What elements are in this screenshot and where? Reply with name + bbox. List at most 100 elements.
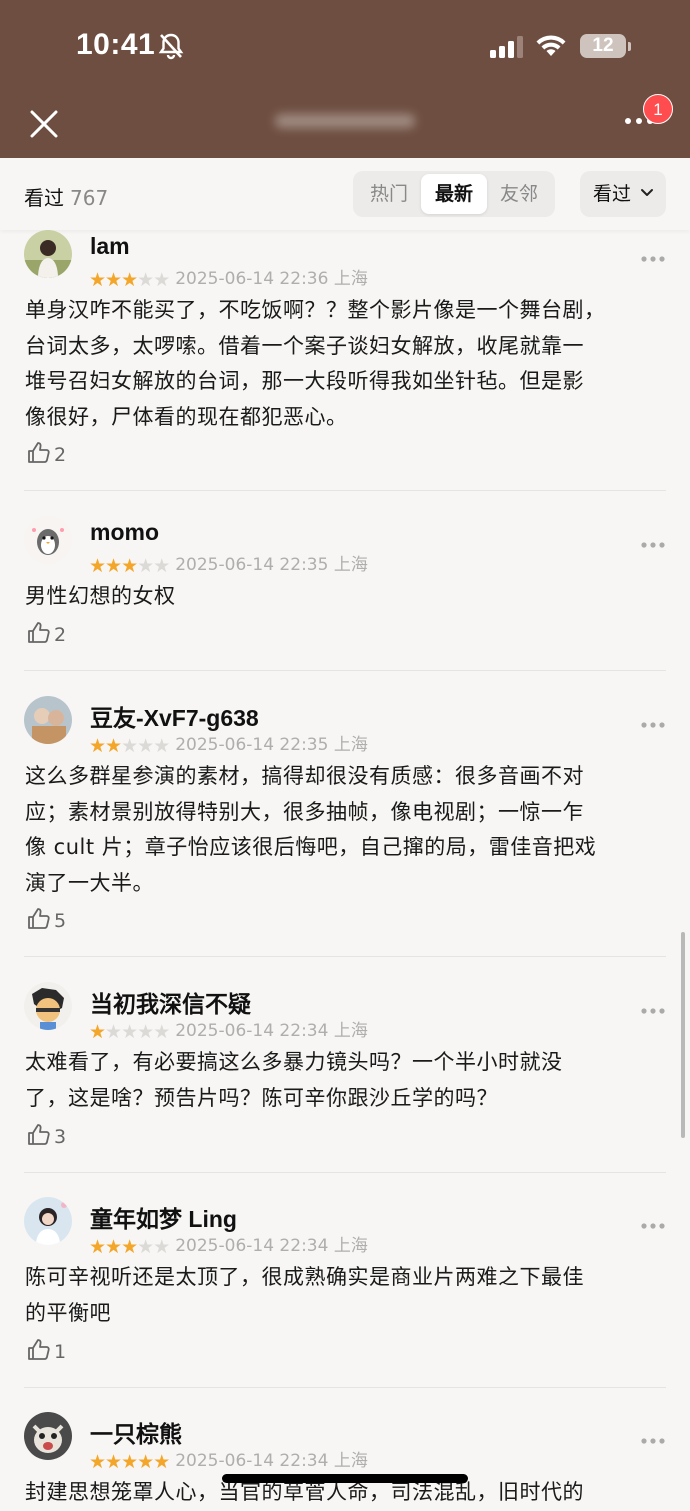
like-count: 2 [54, 444, 67, 466]
comment-text: 男性幻想的女权 [25, 579, 665, 615]
avatar[interactable] [24, 230, 72, 278]
username[interactable]: momo [90, 519, 159, 546]
username[interactable]: 当初我深信不疑 [90, 985, 251, 1019]
tab-hot[interactable]: 热门 [356, 174, 422, 214]
like-count: 5 [54, 910, 67, 932]
thumbs-up-icon [28, 1124, 50, 1145]
seen-count: 看过 767 [24, 182, 108, 211]
sort-segmented-control: 热门 最新 友邻 [353, 171, 555, 217]
comment-location: 上海 [333, 1236, 368, 1256]
thumbs-up-icon [28, 442, 50, 463]
divider [24, 670, 666, 671]
status-time: 10:41 [76, 28, 156, 61]
comment-menu-button[interactable] [640, 714, 666, 733]
comment-line: 这么多群星参演的素材，搞得却很没有质感：很多音画不对 [25, 764, 584, 788]
username[interactable]: 豆友-XvF7-g638 [90, 699, 259, 733]
username[interactable]: 一只棕熊 [90, 1415, 182, 1449]
status-dropdown-label: 看过 [593, 183, 632, 205]
divider [24, 1172, 666, 1173]
comment-date: 2025-06-14 22:36 [175, 269, 329, 289]
comment-meta: ★★★★★ 2025-06-14 22:35 上海 [89, 730, 368, 757]
battery-indicator: 12 [580, 34, 626, 58]
tab-friends[interactable]: 友邻 [486, 174, 552, 214]
like-button[interactable]: 2 [27, 441, 66, 466]
avatar[interactable] [24, 1197, 72, 1245]
star-rating: ★★★★★ [89, 1021, 170, 1043]
comment-date: 2025-06-14 22:35 [175, 735, 329, 755]
notification-badge: 1 [643, 94, 673, 124]
comment-date: 2025-06-14 22:34 [175, 1451, 329, 1471]
comment-location: 上海 [333, 269, 368, 289]
comment-line: 了，这是啥？预告片吗？陈可辛你跟沙丘学的吗？ [25, 1085, 498, 1110]
comment-meta: ★★★★★ 2025-06-14 22:36 上海 [89, 264, 368, 291]
status-dropdown[interactable]: 看过 [580, 171, 666, 217]
scrollbar[interactable] [681, 932, 685, 1138]
more-icon [641, 1438, 665, 1444]
seen-label: 看过 [24, 186, 64, 210]
more-icon [641, 1008, 665, 1014]
comment-line: 台词太多，太啰嗦。借着一个案子谈妇女解放，收尾就靠一 [25, 333, 584, 358]
comment-date: 2025-06-14 22:34 [175, 1021, 329, 1041]
username[interactable]: 童年如梦 Ling [90, 1200, 237, 1234]
star-rating: ★★★★★ [89, 1236, 170, 1258]
bell-muted-icon [158, 32, 184, 64]
star-rating: ★★★★★ [89, 1451, 170, 1473]
comment-line: 应；素材景别放得特别大，很多抽帧，像电视剧；一惊一乍 [25, 799, 584, 824]
comment-line: 堆号召妇女解放的台词，那一大段听得我如坐针毡。但是影 [25, 369, 584, 393]
comment-line: 男性幻想的女权 [25, 584, 176, 608]
close-button[interactable] [26, 106, 62, 142]
chevron-down-icon [641, 189, 653, 196]
star-rating: ★★★★★ [89, 269, 170, 291]
star-rating: ★★★★★ [89, 555, 170, 577]
wifi-icon [535, 34, 567, 62]
comment-menu-button[interactable] [640, 1430, 666, 1449]
comment-menu-button[interactable] [640, 534, 666, 553]
comment-location: 上海 [333, 555, 368, 575]
comment-location: 上海 [333, 1451, 368, 1471]
comment-line: 单身汉咋不能买了，不吃饭啊？？整个影片像是一个舞台剧， [25, 298, 606, 322]
comment-text: 这么多群星参演的素材，搞得却很没有质感：很多音画不对 应；素材景别放得特别大，很… [25, 759, 665, 901]
top-nav-bar: 1 [0, 90, 690, 158]
username[interactable]: lam [90, 233, 130, 260]
comment-text: 单身汉咋不能买了，不吃饭啊？？整个影片像是一个舞台剧， 台词太多，太啰嗦。借着一… [25, 293, 665, 435]
comment-location: 上海 [333, 735, 368, 755]
tab-latest[interactable]: 最新 [421, 174, 487, 214]
like-count: 1 [54, 1341, 67, 1363]
comment-text: 陈可辛视听还是太顶了，很成熟确实是商业片两难之下最佳 的平衡吧 [25, 1260, 665, 1331]
comment-line: 像 cult 片；章子怡应该很后悔吧，自己撺的局，雷佳音把戏 [25, 835, 597, 859]
avatar[interactable] [24, 696, 72, 744]
star-rating: ★★★★★ [89, 735, 170, 757]
comment-date: 2025-06-14 22:34 [175, 1236, 329, 1256]
more-icon [641, 722, 665, 728]
comment-line: 太难看了，有必要搞这么多暴力镜头吗？一个半小时就没 [25, 1050, 563, 1074]
comment-date: 2025-06-14 22:35 [175, 555, 329, 575]
divider [24, 490, 666, 491]
comment-meta: ★★★★★ 2025-06-14 22:35 上海 [89, 550, 368, 577]
divider [24, 956, 666, 957]
comment-text: 太难看了，有必要搞这么多暴力镜头吗？一个半小时就没 了，这是啥？预告片吗？陈可辛… [25, 1045, 665, 1116]
divider [24, 1387, 666, 1388]
avatar[interactable] [24, 982, 72, 1030]
comment-line: 陈可辛视听还是太顶了，很成熟确实是商业片两难之下最佳 [25, 1265, 584, 1289]
comment-line: 的平衡吧 [25, 1300, 111, 1325]
like-button[interactable]: 5 [27, 907, 66, 932]
like-button[interactable]: 2 [27, 621, 66, 646]
close-icon [30, 110, 58, 138]
comment-line: 像很好，尸体看的现在都犯恶心。 [25, 404, 348, 429]
like-button[interactable]: 3 [27, 1123, 66, 1148]
comment-location: 上海 [333, 1021, 368, 1041]
comment-meta: ★★★★★ 2025-06-14 22:34 上海 [89, 1446, 368, 1473]
seen-number: 767 [70, 186, 109, 210]
cellular-signal-icon [490, 36, 524, 62]
comment-menu-button[interactable] [640, 1000, 666, 1019]
thumbs-up-icon [28, 1339, 50, 1360]
like-button[interactable]: 1 [27, 1338, 66, 1363]
comment-menu-button[interactable] [640, 248, 666, 267]
like-count: 2 [54, 624, 67, 646]
avatar[interactable] [24, 516, 72, 564]
comment-menu-button[interactable] [640, 1215, 666, 1234]
thumbs-up-icon [28, 622, 50, 643]
avatar[interactable] [24, 1412, 72, 1460]
more-icon [641, 1223, 665, 1229]
home-indicator[interactable] [222, 1474, 468, 1483]
